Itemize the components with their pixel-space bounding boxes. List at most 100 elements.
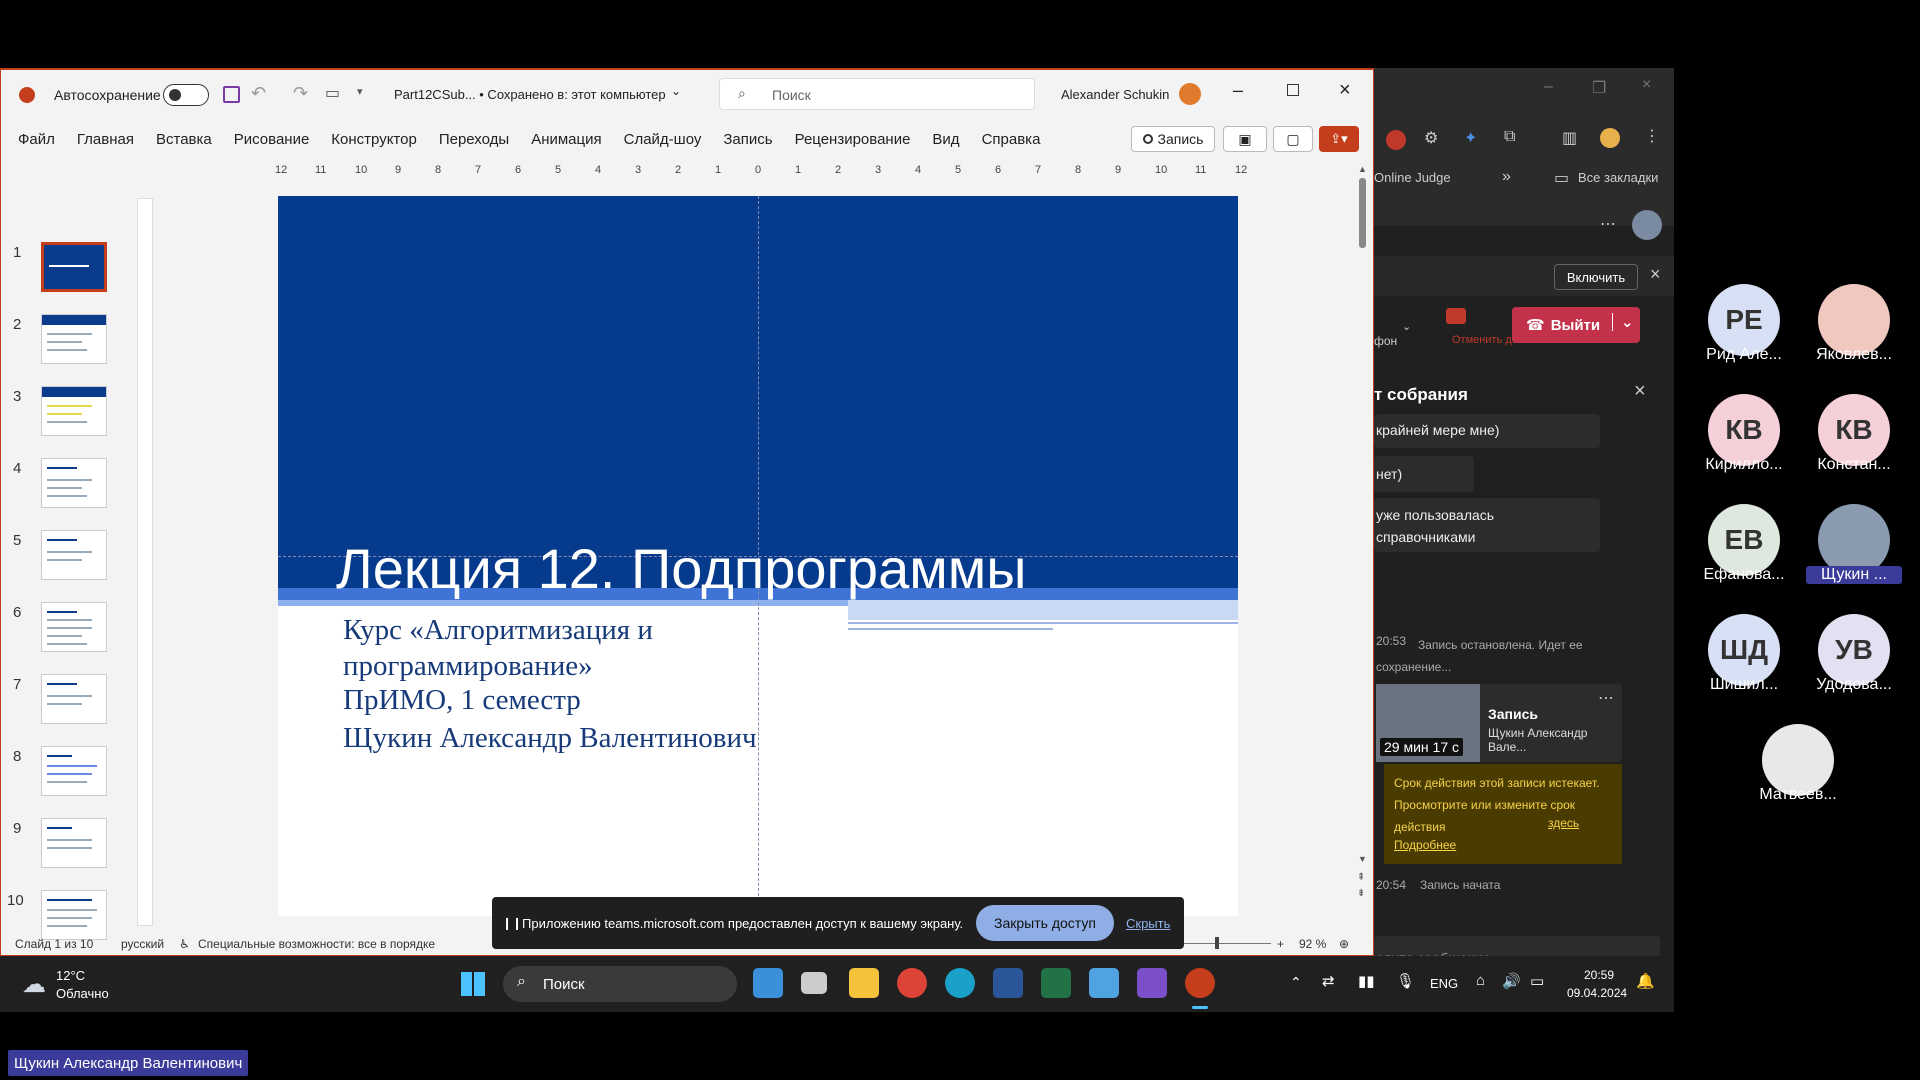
language-indicator[interactable]: ENG xyxy=(1430,976,1458,991)
autosave-toggle[interactable] xyxy=(163,84,209,106)
customize-icon[interactable]: ▾ xyxy=(357,85,363,98)
present-icon[interactable]: ▭ xyxy=(325,83,340,103)
tab-draw[interactable]: Рисование xyxy=(234,131,310,148)
battery-icon[interactable]: ▭ xyxy=(1530,972,1544,990)
task-view-icon[interactable] xyxy=(801,972,827,994)
cancel-label[interactable]: Отменить д... xyxy=(1452,334,1521,346)
stop-camera-icon[interactable] xyxy=(1446,308,1466,324)
more-icon[interactable]: ⋮ xyxy=(1644,126,1660,146)
vertical-scrollbar[interactable]: ▲ ▼ ⇞ ⇟ xyxy=(1357,164,1369,924)
scroll-thumb[interactable] xyxy=(1359,178,1366,248)
prev-slide-icon[interactable]: ⇞ xyxy=(1357,872,1365,883)
maximize-icon[interactable] xyxy=(1287,84,1299,96)
tab-review[interactable]: Рецензирование xyxy=(795,131,911,148)
more-icon[interactable]: ⋯ xyxy=(1600,214,1616,234)
subtitle-line-4[interactable]: Щукин Александр Валентинович xyxy=(343,722,757,755)
accessibility-status[interactable]: Специальные возможности: все в порядке xyxy=(198,937,435,951)
edge-icon[interactable] xyxy=(945,968,975,998)
zoom-in-icon[interactable]: + xyxy=(1277,937,1284,951)
tab-slideshow[interactable]: Слайд-шоу xyxy=(624,131,702,148)
chevron-down-icon[interactable]: ⌄ xyxy=(1402,320,1411,333)
thumbnail-9[interactable]: 9 xyxy=(1,818,121,878)
thumbnail-6[interactable]: 6 xyxy=(1,602,121,662)
zoom-level[interactable]: 92 % xyxy=(1299,937,1326,951)
network-icon[interactable]: ⌂ xyxy=(1476,972,1485,989)
volume-icon[interactable]: 🔊 xyxy=(1502,972,1521,990)
tab-help[interactable]: Справка xyxy=(982,131,1041,148)
windows-start-icon[interactable] xyxy=(461,972,485,996)
tab-record[interactable]: Запись xyxy=(723,131,772,148)
word-icon[interactable] xyxy=(993,968,1023,998)
visual-studio-icon[interactable] xyxy=(1137,968,1167,998)
subtitle-line-3[interactable]: ПрИМО, 1 семестр xyxy=(343,684,581,717)
comments-button[interactable]: ▢ xyxy=(1273,126,1313,152)
close-icon[interactable]: × xyxy=(1650,264,1661,285)
tray-icon[interactable]: ▮▮ xyxy=(1358,972,1375,990)
tab-animations[interactable]: Анимация xyxy=(531,131,601,148)
thumbnail-5[interactable]: 5 xyxy=(1,530,121,590)
more-icon[interactable]: ⋯ xyxy=(1598,688,1614,708)
bookmark-all[interactable]: Все закладки xyxy=(1578,170,1658,185)
language-indicator[interactable]: русский xyxy=(121,937,164,951)
slide-title[interactable]: Лекция 12. Подпрограммы xyxy=(336,536,1026,601)
notepad-icon[interactable] xyxy=(1089,968,1119,998)
thumbnail-4[interactable]: 4 xyxy=(1,458,121,518)
scroll-down-icon[interactable]: ▼ xyxy=(1358,854,1367,864)
powerpoint-icon[interactable] xyxy=(1185,968,1215,998)
recording-card[interactable]: 29 мин 17 с Запись Щукин Александр Вале.… xyxy=(1376,684,1622,762)
weather-temp[interactable]: 12°C xyxy=(56,968,85,983)
subtitle-line-2[interactable]: программирование» xyxy=(343,650,593,683)
thumbnail-7[interactable]: 7 xyxy=(1,674,121,734)
tab-view[interactable]: Вид xyxy=(932,131,959,148)
adblock-icon[interactable] xyxy=(1386,130,1406,150)
leave-button[interactable]: ☎ Выйти ⌄ xyxy=(1512,307,1640,343)
avatar[interactable] xyxy=(1179,83,1201,105)
hide-link[interactable]: Скрыть xyxy=(1126,916,1170,931)
tab-transitions[interactable]: Переходы xyxy=(439,131,509,148)
tab-file[interactable]: Файл xyxy=(18,131,55,148)
chevron-down-icon[interactable]: ⌄ xyxy=(671,84,681,98)
restore-icon[interactable]: ❐ xyxy=(1592,78,1606,98)
scroll-up-icon[interactable]: ▲ xyxy=(1358,164,1367,174)
thumbnail-8[interactable]: 8 xyxy=(1,746,121,806)
tab-insert[interactable]: Вставка xyxy=(156,131,212,148)
close-icon[interactable]: × xyxy=(1339,79,1351,102)
mic-label[interactable]: фон xyxy=(1374,334,1397,348)
notification-bell-icon[interactable]: 🔔 xyxy=(1636,972,1655,990)
subtitle-line-1[interactable]: Курс «Алгоритмизация и xyxy=(343,614,653,647)
redo-icon[interactable]: ↷ xyxy=(293,83,308,104)
minimize-icon[interactable]: – xyxy=(1544,78,1553,96)
enable-button[interactable]: Включить xyxy=(1554,264,1638,290)
puzzle-icon[interactable]: ⧉ xyxy=(1504,128,1515,146)
sidepanel-icon[interactable]: ▥ xyxy=(1562,128,1577,148)
user-name[interactable]: Alexander Schukin xyxy=(1061,87,1169,102)
chrome-icon[interactable] xyxy=(897,968,927,998)
excel-icon[interactable] xyxy=(1041,968,1071,998)
tab-home[interactable]: Главная xyxy=(77,131,134,148)
expiry-more-link[interactable]: Подробнее xyxy=(1394,838,1456,852)
profile-icon[interactable] xyxy=(1600,128,1620,148)
camera-button[interactable]: ▣ xyxy=(1223,126,1267,152)
close-icon[interactable]: × xyxy=(1642,76,1651,94)
chevron-down-icon[interactable]: ⌄ xyxy=(1612,313,1634,331)
extension-icon[interactable]: ✦ xyxy=(1464,128,1477,148)
widgets-icon[interactable] xyxy=(753,968,783,998)
fit-slide-icon[interactable]: ⊕ xyxy=(1339,937,1349,951)
weather-desc[interactable]: Облачно xyxy=(56,986,109,1001)
thumbnail-1[interactable]: 1 xyxy=(1,242,121,302)
zoom-thumb[interactable] xyxy=(1215,937,1219,949)
tab-design[interactable]: Конструктор xyxy=(331,131,417,148)
thumbnail-2[interactable]: 2 xyxy=(1,314,121,374)
slide-canvas[interactable]: Лекция 12. Подпрограммы Курс «Алгоритмиз… xyxy=(278,196,1238,916)
record-button[interactable]: Запись xyxy=(1131,126,1215,152)
thumbnail-3[interactable]: 3 xyxy=(1,386,121,446)
tray-icon[interactable]: ⇄ xyxy=(1322,972,1335,990)
document-title[interactable]: Part12CSub... • Сохранено в: этот компью… xyxy=(394,87,666,102)
share-button[interactable]: ⇪▾ xyxy=(1319,126,1359,152)
microphone-icon[interactable]: 🎙 xyxy=(1396,972,1415,990)
clock-time[interactable]: 20:59 xyxy=(1584,968,1614,982)
bookmark-online-judge[interactable]: Online Judge xyxy=(1374,170,1451,185)
taskbar-search[interactable]: ⌕ Поиск xyxy=(503,966,737,1002)
avatar[interactable] xyxy=(1632,210,1662,240)
file-explorer-icon[interactable] xyxy=(849,968,879,998)
